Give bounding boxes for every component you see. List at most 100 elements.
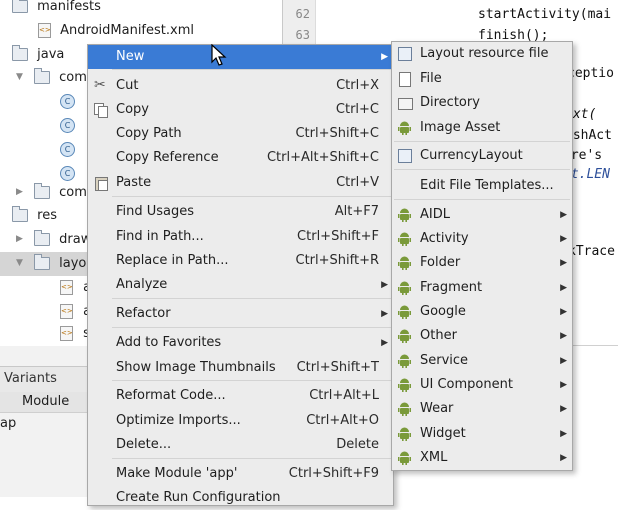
menu-item-label: CurrencyLayout (420, 148, 523, 163)
menu-item-paste[interactable]: Paste Ctrl+V (88, 171, 393, 195)
paste-icon (94, 176, 108, 191)
folder-icon (12, 45, 28, 61)
submenu-item-wear[interactable]: Wear ▶ (392, 397, 572, 421)
tree-item-layout-file[interactable]: <> s (60, 322, 90, 346)
menu-item-label: Analyze (116, 277, 168, 292)
menu-item-find-usages[interactable]: Find Usages Alt+F7 (88, 200, 393, 224)
module-value[interactable]: ap (0, 416, 16, 431)
tree-item-manifests[interactable]: manifests (12, 0, 101, 19)
menu-shortcut: Ctrl+Alt+Shift+C (266, 150, 379, 165)
menu-item-label: Delete... (116, 437, 172, 452)
android-icon (398, 329, 411, 343)
xml-file-icon: <> (38, 23, 51, 38)
expand-arrow-icon[interactable]: ▼ (16, 258, 26, 268)
menu-item-delete[interactable]: Delete... Delete (88, 433, 393, 457)
tree-item-class[interactable]: C (60, 90, 75, 114)
collapse-arrow-icon[interactable]: ▶ (16, 187, 26, 197)
menu-item-show-image-thumbnails[interactable]: Show Image Thumbnails Ctrl+Shift+T (88, 356, 393, 380)
menu-item-find-in-path[interactable]: Find in Path... Ctrl+Shift+F (88, 225, 393, 249)
android-icon (398, 281, 411, 295)
submenu-item-directory[interactable]: Directory (392, 91, 572, 115)
menu-item-optimize-imports[interactable]: Optimize Imports... Ctrl+Alt+O (88, 409, 393, 433)
menu-item-label: Layout resource file (420, 46, 549, 61)
submenu-item-edit-file-templates[interactable]: Edit File Templates... (392, 174, 572, 198)
menu-item-label: Other (420, 328, 457, 343)
menu-item-replace-in-path[interactable]: Replace in Path... Ctrl+Shift+R (88, 249, 393, 273)
menu-item-label: Directory (420, 95, 480, 110)
folder-icon (12, 0, 28, 13)
menu-item-new[interactable]: New ▶ (88, 45, 393, 69)
menu-item-label: XML (420, 450, 448, 465)
tree-item-drawable[interactable]: draw (34, 228, 91, 252)
menu-shortcut: Delete (336, 437, 379, 452)
submenu-item-currency-layout[interactable]: CurrencyLayout (392, 144, 572, 168)
menu-item-copy[interactable]: Copy Ctrl+C (88, 98, 393, 122)
code-line: kTrace (568, 244, 615, 259)
expand-arrow-icon[interactable]: ▼ (16, 72, 26, 82)
submenu-item-aidl[interactable]: AIDL ▶ (392, 203, 572, 227)
menu-item-analyze[interactable]: Analyze ▶ (88, 273, 393, 297)
menu-item-reformat-code[interactable]: Reformat Code... Ctrl+Alt+L (88, 384, 393, 408)
tree-item-layout[interactable]: layou (34, 252, 95, 276)
android-icon (398, 305, 411, 319)
menu-separator (394, 141, 570, 142)
xml-file-icon: <> (60, 326, 73, 341)
menu-shortcut: Alt+F7 (334, 204, 379, 219)
mouse-cursor-icon (211, 44, 227, 66)
menu-item-label: Replace in Path... (116, 253, 229, 268)
submenu-arrow-icon: ▶ (560, 307, 567, 317)
new-submenu: Layout resource file File Directory Imag… (391, 41, 573, 471)
menu-item-label: AIDL (420, 207, 450, 222)
submenu-item-image-asset[interactable]: Image Asset (392, 116, 572, 140)
submenu-item-xml[interactable]: XML ▶ (392, 446, 572, 470)
menu-separator (112, 69, 391, 70)
menu-item-refactor[interactable]: Refactor ▶ (88, 302, 393, 326)
menu-item-create-run-configuration[interactable]: Create Run Configuration (88, 486, 393, 510)
tree-item-class[interactable]: C (60, 138, 75, 162)
class-icon: C (60, 142, 75, 157)
menu-item-copy-path[interactable]: Copy Path Ctrl+Shift+C (88, 122, 393, 146)
menu-item-make-module[interactable]: Make Module 'app' Ctrl+Shift+F9 (88, 462, 393, 486)
menu-item-label: File (420, 71, 442, 86)
menu-item-label: Wear (420, 401, 454, 416)
menu-item-label: Copy Path (116, 126, 182, 141)
tree-item-package[interactable]: com. (34, 66, 91, 90)
scissors-icon: ✂ (94, 77, 106, 93)
collapse-arrow-icon[interactable]: ▶ (16, 234, 26, 244)
tree-item-android-manifest[interactable]: <> AndroidManifest.xml (38, 19, 194, 43)
menu-shortcut: Ctrl+Shift+F (297, 229, 379, 244)
menu-shortcut: Ctrl+Shift+C (295, 126, 379, 141)
menu-separator (394, 169, 570, 170)
tree-item-res[interactable]: res (12, 204, 57, 228)
menu-item-add-to-favorites[interactable]: Add to Favorites ▶ (88, 331, 393, 355)
menu-item-label: Make Module 'app' (116, 466, 238, 481)
tree-item-label: java (37, 47, 65, 62)
submenu-arrow-icon: ▶ (560, 380, 567, 390)
submenu-item-file[interactable]: File (392, 67, 572, 91)
class-icon: C (60, 94, 75, 109)
submenu-arrow-icon: ▶ (381, 338, 388, 348)
submenu-arrow-icon: ▶ (381, 309, 388, 319)
submenu-item-activity[interactable]: Activity ▶ (392, 227, 572, 251)
menu-item-label: Copy (116, 102, 149, 117)
submenu-item-google[interactable]: Google ▶ (392, 300, 572, 324)
submenu-item-ui-component[interactable]: UI Component ▶ (392, 373, 572, 397)
android-icon (398, 121, 411, 135)
tree-item-package[interactable]: com. (34, 181, 91, 205)
submenu-item-service[interactable]: Service ▶ (392, 349, 572, 373)
submenu-item-layout-resource-file[interactable]: Layout resource file (392, 42, 572, 66)
submenu-item-other[interactable]: Other ▶ (392, 324, 572, 348)
tree-item-class[interactable]: C (60, 114, 75, 138)
submenu-item-folder[interactable]: Folder ▶ (392, 251, 572, 275)
menu-item-cut[interactable]: ✂ Cut Ctrl+X (88, 74, 393, 98)
submenu-arrow-icon: ▶ (560, 283, 567, 293)
tree-item-java[interactable]: java (12, 43, 64, 67)
menu-item-label: Find in Path... (116, 229, 204, 244)
menu-item-label: Create Run Configuration (116, 490, 281, 505)
menu-item-label: UI Component (420, 377, 513, 392)
menu-item-copy-reference[interactable]: Copy Reference Ctrl+Alt+Shift+C (88, 146, 393, 170)
submenu-item-widget[interactable]: Widget ▶ (392, 422, 572, 446)
submenu-arrow-icon: ▶ (560, 404, 567, 414)
submenu-item-fragment[interactable]: Fragment ▶ (392, 276, 572, 300)
copy-icon (94, 103, 108, 118)
